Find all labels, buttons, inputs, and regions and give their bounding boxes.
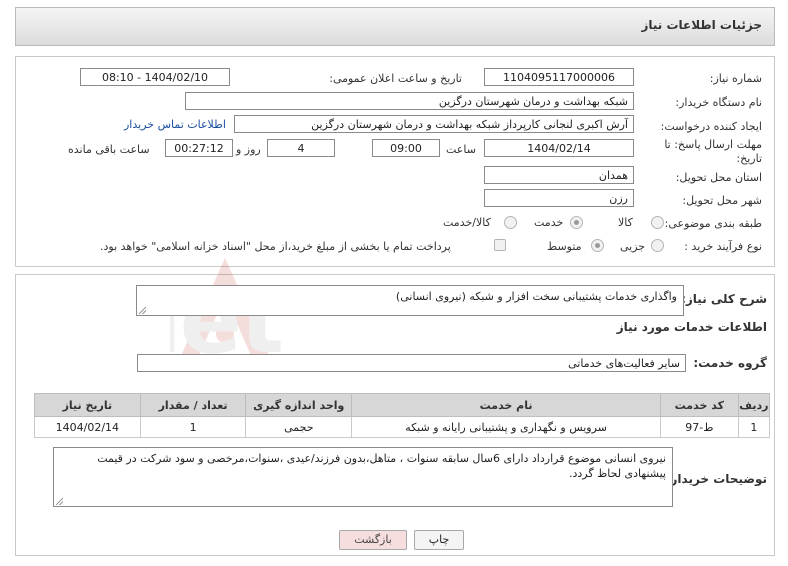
- summary-text: واگذاری خدمات پشتیبانی سخت افزار و شبکه …: [395, 290, 677, 303]
- requester-label: ایجاد کننده درخواست:: [660, 120, 762, 133]
- print-button[interactable]: چاپ: [414, 530, 464, 550]
- deadline-date-field: 1404/02/14: [484, 139, 634, 157]
- requester-field: آرش اکبری لنجانی کارپرداز شبکه بهداشت و …: [234, 115, 634, 133]
- remaining-time-label: ساعت باقی مانده: [68, 143, 150, 156]
- summary-label: شرح کلی نیاز:: [681, 292, 767, 306]
- category-option-goods: کالا: [618, 216, 633, 229]
- cell-quantity: 1: [139, 416, 247, 438]
- category-radio-service[interactable]: [570, 216, 583, 229]
- col-row: ردیف: [737, 393, 771, 417]
- buyer-notes-text: نیروی انسانی موضوع قرارداد دارای 6سال سا…: [97, 452, 666, 480]
- col-code: کد خدمت: [659, 393, 739, 417]
- province-field: همدان: [484, 166, 634, 184]
- cell-unit: حجمی: [245, 416, 353, 438]
- services-section-title: اطلاعات خدمات مورد نیاز: [616, 320, 767, 334]
- table-row: 1 ط-97 سرویس و نگهداری و پشتیبانی رایانه…: [34, 416, 771, 438]
- buyer-contact-link[interactable]: اطلاعات تماس خریدار: [124, 118, 226, 131]
- service-group-label: گروه خدمت:: [693, 356, 767, 370]
- deadline-date-label: تاریخ:: [736, 152, 762, 165]
- cell-date: 1404/02/14: [34, 416, 141, 438]
- col-unit: واحد اندازه گیری: [245, 393, 353, 417]
- cell-row: 1: [737, 416, 771, 438]
- category-option-goods-service: کالا/خدمت: [443, 216, 491, 229]
- page-title: جزئیات اطلاعات نیاز: [641, 18, 762, 32]
- city-label: شهر محل تحویل:: [682, 194, 762, 207]
- days-label: روز و: [236, 143, 261, 156]
- svg-text:riaTender.net: riaTender.net: [170, 267, 282, 368]
- category-radio-goods-service[interactable]: [504, 216, 517, 229]
- announce-field: 1404/02/10 - 08:10: [80, 68, 230, 86]
- remaining-time-field: 00:27:12: [165, 139, 233, 157]
- buyer-org-field: شبکه بهداشت و درمان شهرستان درگزین: [185, 92, 634, 110]
- category-label: طبقه بندی موضوعی:: [664, 217, 762, 230]
- resize-grip-icon[interactable]: [139, 307, 146, 314]
- back-button[interactable]: بازگشت: [339, 530, 407, 550]
- province-label: استان محل تحویل:: [675, 171, 762, 184]
- category-radio-goods[interactable]: [651, 216, 664, 229]
- service-group-field: سایر فعالیت‌های خدماتی: [137, 354, 686, 372]
- page-header: جزئیات اطلاعات نیاز: [15, 7, 775, 46]
- deadline-time-field: 09:00: [372, 139, 440, 157]
- cell-code: ط-97: [659, 416, 739, 438]
- resize-grip-icon[interactable]: [56, 498, 63, 505]
- col-date: تاریخ نیاز: [34, 393, 141, 417]
- category-option-service: خدمت: [534, 216, 564, 229]
- services-table: ردیف کد خدمت نام خدمت واحد اندازه گیری ت…: [34, 393, 771, 438]
- col-quantity: تعداد / مقدار: [139, 393, 247, 417]
- buyer-notes-label: توضیحات خریدار:: [665, 472, 767, 486]
- table-header-row: ردیف کد خدمت نام خدمت واحد اندازه گیری ت…: [34, 393, 771, 417]
- cell-name: سرویس و نگهداری و پشتیبانی رایانه و شبکه: [351, 416, 661, 438]
- deadline-time-label: ساعت: [446, 143, 476, 156]
- summary-field: واگذاری خدمات پشتیبانی سخت افزار و شبکه …: [136, 285, 684, 316]
- deadline-label: مهلت ارسال پاسخ: تا: [664, 138, 762, 151]
- col-name: نام خدمت: [351, 393, 661, 417]
- city-field: رزن: [484, 189, 634, 207]
- days-remaining-field: 4: [267, 139, 335, 157]
- need-number-field: 1104095117000006: [484, 68, 634, 86]
- details-panel: [15, 56, 775, 267]
- buyer-notes-field: نیروی انسانی موضوع قرارداد دارای 6سال سا…: [53, 447, 673, 507]
- buyer-org-label: نام دستگاه خریدار:: [675, 96, 762, 109]
- announce-label: تاریخ و ساعت اعلان عمومی:: [329, 72, 462, 85]
- need-number-label: شماره نیاز:: [709, 72, 762, 85]
